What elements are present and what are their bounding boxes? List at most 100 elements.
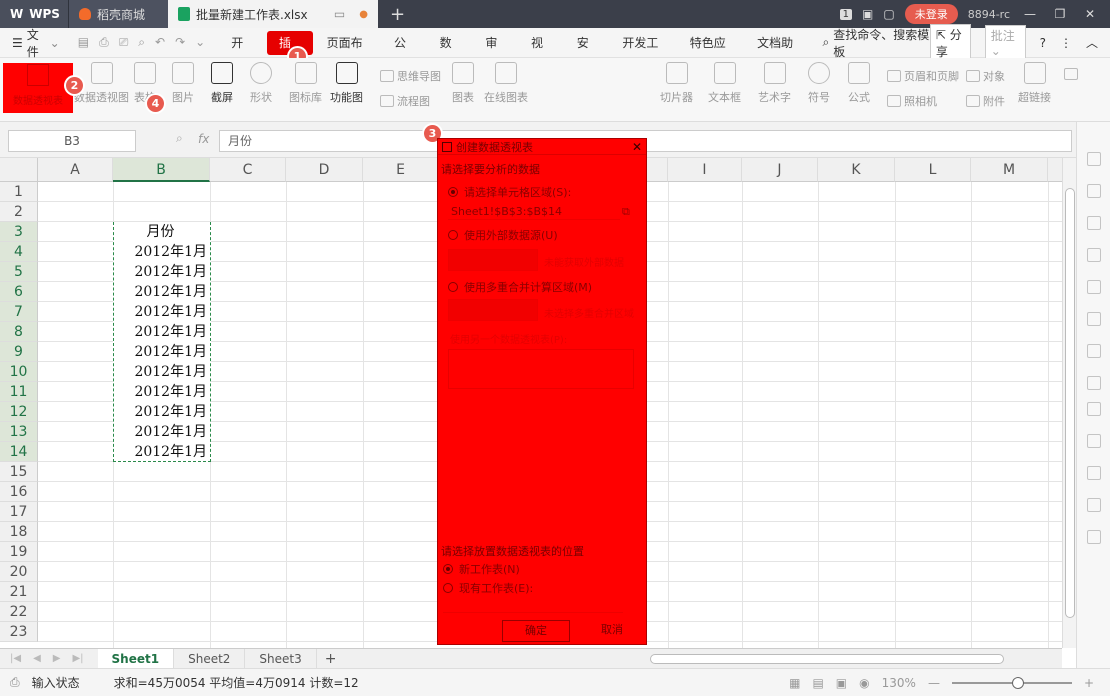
row-header[interactable]: 14: [0, 442, 38, 462]
horizontal-scrollbar[interactable]: [636, 652, 1046, 666]
external-source-option[interactable]: 使用外部数据源(U): [448, 227, 558, 243]
side-image-icon[interactable]: [1087, 434, 1101, 448]
column-header-l[interactable]: L: [895, 158, 971, 182]
tab-doc-assistant[interactable]: 文档助手: [745, 28, 812, 80]
wps-home-tab[interactable]: W WPS: [0, 0, 68, 28]
side-settings-icon[interactable]: [1087, 466, 1101, 480]
row-header[interactable]: 10: [0, 362, 38, 382]
row-header[interactable]: 23: [0, 622, 38, 642]
status-mode-icon[interactable]: ⎙: [10, 675, 20, 690]
external-source-radio[interactable]: [448, 230, 458, 240]
online-chart-button[interactable]: 在线图表: [484, 62, 528, 105]
undo-icon[interactable]: ↶: [155, 35, 165, 50]
other-pivot-list[interactable]: [448, 349, 634, 389]
fx-icon[interactable]: fx: [198, 132, 209, 146]
side-property-icon[interactable]: [1087, 248, 1101, 262]
row-header[interactable]: 22: [0, 602, 38, 622]
window-icon[interactable]: ▢: [883, 7, 894, 21]
row-header[interactable]: 18: [0, 522, 38, 542]
new-sheet-option[interactable]: 新工作表(N): [443, 561, 520, 577]
user-id[interactable]: 8894-rc: [968, 8, 1010, 21]
mindmap-button[interactable]: 思维导图: [380, 68, 441, 84]
column-header-i[interactable]: I: [668, 158, 742, 182]
skin-icon[interactable]: ▣: [862, 7, 873, 21]
save-icon[interactable]: ▤: [78, 35, 89, 50]
select-all-corner[interactable]: [0, 158, 38, 182]
monitor-icon[interactable]: ▭: [334, 7, 345, 21]
document-tab[interactable]: 批量新建工作表.xlsx ▭ ●: [168, 0, 378, 28]
close-icon[interactable]: ✕: [1080, 7, 1100, 21]
tab-review[interactable]: 审阅: [473, 28, 519, 80]
cell-b14[interactable]: 2012年1月: [114, 442, 210, 462]
more-icon[interactable]: ⋮: [1060, 36, 1072, 50]
restore-icon[interactable]: ❐: [1050, 7, 1070, 21]
column-header-e[interactable]: E: [363, 158, 439, 182]
row-header[interactable]: 11: [0, 382, 38, 402]
column-header-c[interactable]: C: [210, 158, 286, 182]
tab-security[interactable]: 安全: [565, 28, 611, 80]
dialog-title-bar[interactable]: 创建数据透视表 ✕: [438, 139, 646, 155]
page-count-badge[interactable]: 1: [839, 8, 853, 20]
range-option[interactable]: 请选择单元格区域(S):: [448, 184, 571, 200]
row-header[interactable]: 1: [0, 182, 38, 202]
preview-icon[interactable]: ⌕: [138, 35, 145, 50]
symbol-button[interactable]: 符号: [808, 62, 830, 105]
pivot-table-button[interactable]: 数据透视表: [3, 63, 73, 113]
range-input[interactable]: Sheet1!$B$3:$B$14: [448, 204, 620, 220]
choose-ranges-button[interactable]: [448, 299, 538, 321]
normal-view-icon[interactable]: ▦: [789, 676, 800, 690]
cell-b3[interactable]: 月份: [114, 222, 210, 242]
textbox-button[interactable]: 文本框: [708, 62, 741, 105]
row-header[interactable]: 6: [0, 282, 38, 302]
side-shape-icon[interactable]: [1087, 216, 1101, 230]
choose-connection-button[interactable]: [448, 249, 538, 271]
multi-range-option[interactable]: 使用多重合并计算区域(M): [448, 279, 592, 295]
next-sheet-icon[interactable]: ▶: [53, 653, 61, 664]
last-sheet-icon[interactable]: ▶|: [72, 653, 83, 664]
cell-b9[interactable]: 2012年1月: [114, 342, 210, 362]
redo-icon[interactable]: ↷: [175, 35, 185, 50]
attachment-button[interactable]: 附件: [966, 93, 1005, 109]
side-backup-icon[interactable]: [1087, 376, 1101, 390]
vertical-scroll-thumb[interactable]: [1065, 188, 1075, 618]
collapse-ribbon-icon[interactable]: ︿: [1086, 34, 1098, 51]
pdf-icon[interactable]: ⎙: [99, 35, 109, 50]
camera-button[interactable]: 照相机: [887, 93, 937, 109]
help-button[interactable]: ?: [1040, 36, 1046, 50]
add-sheet-button[interactable]: +: [317, 651, 345, 667]
ok-button[interactable]: 确定: [502, 620, 570, 642]
screenshot-button[interactable]: 截屏: [211, 62, 233, 105]
cell-b7[interactable]: 2012年1月: [114, 302, 210, 322]
column-header-a[interactable]: A: [38, 158, 113, 182]
tab-developer[interactable]: 开发工具: [610, 28, 677, 80]
slicer-button[interactable]: 切片器: [660, 62, 693, 105]
row-header[interactable]: 15: [0, 462, 38, 482]
row-header[interactable]: 4: [0, 242, 38, 262]
comment-button[interactable]: 批注 ⌄: [984, 25, 1026, 60]
prev-sheet-icon[interactable]: ◀: [33, 653, 41, 664]
existing-sheet-input[interactable]: [443, 597, 623, 613]
zoom-in-icon[interactable]: +: [1084, 676, 1094, 690]
sheet-tab-1[interactable]: Sheet1: [97, 648, 175, 669]
chart-button[interactable]: 图表: [452, 62, 474, 105]
side-help-icon[interactable]: [1087, 530, 1101, 544]
zoom-out-icon[interactable]: —: [928, 676, 940, 690]
sheet-tab-3[interactable]: Sheet3: [245, 648, 317, 669]
zoom-level[interactable]: 130%: [882, 676, 916, 690]
row-header[interactable]: 12: [0, 402, 38, 422]
cancel-button[interactable]: 取消: [588, 620, 636, 642]
unsaved-dot-icon[interactable]: ●: [359, 9, 368, 20]
tab-data[interactable]: 数据: [428, 28, 474, 80]
side-style-icon[interactable]: [1087, 152, 1101, 166]
cell-b10[interactable]: 2012年1月: [114, 362, 210, 382]
column-header-b[interactable]: B: [113, 158, 210, 182]
customize-icon[interactable]: ⌄: [195, 35, 205, 50]
tab-home[interactable]: 开始: [219, 28, 265, 80]
tab-page-layout[interactable]: 页面布局: [315, 28, 382, 80]
flowchart-button[interactable]: 流程图: [380, 93, 430, 109]
create-pivot-table-dialog[interactable]: 创建数据透视表 ✕ 请选择要分析的数据 请选择单元格区域(S): Sheet1!…: [437, 138, 647, 645]
more-insert-icon[interactable]: [1064, 68, 1078, 80]
side-history-icon[interactable]: [1087, 498, 1101, 512]
row-header[interactable]: 7: [0, 302, 38, 322]
page-break-icon[interactable]: ▣: [836, 676, 847, 690]
